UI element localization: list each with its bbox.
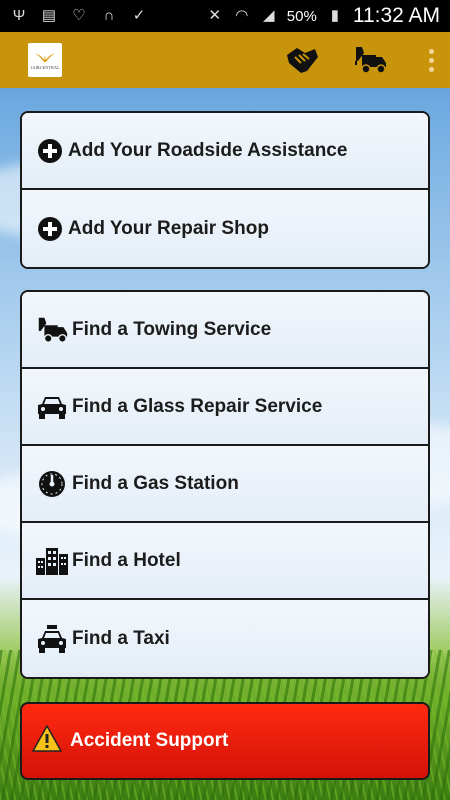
buildings-icon	[32, 541, 72, 581]
status-bar: Ψ ▤ ♡ ∩ ✓ ✕ ◠ ◢ 50% ▮ 11:32 AM	[0, 0, 450, 32]
clock: 11:32 AM	[352, 4, 440, 27]
sim-error-icon: ▤	[41, 7, 57, 24]
tow-truck-icon	[32, 310, 72, 350]
item-label: Find a Hotel	[72, 549, 181, 571]
accident-support-label: Accident Support	[70, 730, 229, 751]
find-taxi-item[interactable]: Find a Taxi	[22, 600, 428, 677]
handshake-icon	[287, 48, 318, 73]
plus-circle-icon	[32, 131, 68, 171]
tow-truck-button[interactable]	[352, 42, 388, 78]
warning-icon	[32, 725, 62, 757]
find-towing-item[interactable]: Find a Towing Service	[22, 292, 428, 369]
item-label: Add Your Repair Shop	[68, 217, 269, 239]
item-label: Add Your Roadside Assistance	[68, 139, 348, 161]
item-label: Find a Gas Station	[72, 472, 239, 494]
item-label: Find a Taxi	[72, 627, 170, 649]
my-services-list: Add Your Roadside Assistance Add Your Re…	[20, 111, 430, 269]
battery-percent: 50%	[286, 7, 317, 25]
taxi-icon	[32, 619, 72, 659]
bird-logo-icon	[35, 52, 55, 62]
app-bar: 1AIRCENTRAL	[0, 32, 450, 88]
app-logo[interactable]: 1AIRCENTRAL	[28, 43, 62, 77]
item-label: Find a Towing Service	[72, 318, 272, 340]
mute-icon: ✕	[208, 7, 222, 24]
find-gas-station-item[interactable]: Find a Gas Station	[22, 446, 428, 523]
car-icon	[32, 387, 72, 427]
find-services-list: Find a Towing Service Find a Glass Repai…	[20, 290, 430, 679]
find-glass-repair-item[interactable]: Find a Glass Repair Service	[22, 369, 428, 446]
gauge-icon	[32, 464, 72, 504]
headphones-icon: ∩	[103, 7, 115, 24]
usb-icon: Ψ	[12, 7, 26, 24]
add-repair-shop-item[interactable]: Add Your Repair Shop	[22, 190, 428, 267]
item-label: Find a Glass Repair Service	[72, 395, 323, 417]
logo-text: 1AIRCENTRAL	[30, 64, 60, 70]
briefcase-check-icon: ✓	[132, 7, 146, 24]
signal-icon: ◢	[263, 7, 275, 24]
plus-circle-icon	[32, 209, 68, 249]
find-hotel-item[interactable]: Find a Hotel	[22, 523, 428, 600]
tow-truck-icon	[355, 47, 386, 74]
overflow-menu-button[interactable]	[426, 48, 436, 72]
overflow-menu-icon	[428, 48, 434, 54]
wifi-icon: ◠	[235, 7, 249, 24]
battery-icon: ▮	[330, 7, 339, 24]
accident-support-button[interactable]: Accident Support	[20, 702, 430, 780]
handshake-button[interactable]	[284, 42, 320, 78]
add-roadside-assistance-item[interactable]: Add Your Roadside Assistance	[22, 113, 428, 190]
iheart-icon: ♡	[72, 7, 86, 24]
